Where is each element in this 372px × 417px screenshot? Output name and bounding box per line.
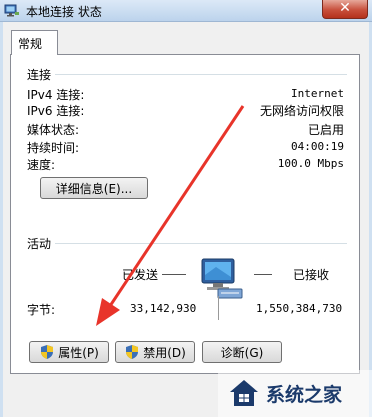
properties-button[interactable]: 属性(P) [29,341,109,363]
activity-separator [218,296,219,320]
activity-divider [55,243,347,244]
tab-general[interactable]: 常规 [11,30,58,55]
connection-divider [55,74,347,75]
connection-group-label: 连接 [27,68,52,82]
properties-button-label: 属性(P) [58,345,99,360]
bytes-received-value: 1,550,384,730 [256,302,343,315]
received-label: 已接收 [293,268,330,282]
window-title: 本地连接 状态 [26,5,102,19]
close-button[interactable]: ✕ [322,0,368,19]
watermark: 系统之家 [218,370,372,417]
duration-value: 04:00:19 [291,140,344,153]
bytes-sent-value: 33,142,930 [130,302,197,315]
close-icon: ✕ [339,0,351,16]
sent-line [162,274,186,275]
disable-button[interactable]: 禁用(D) [115,341,195,363]
watermark-logo-icon [230,380,258,406]
details-button[interactable]: 详细信息(E)... [40,177,148,199]
speed-label: 速度: [27,158,56,172]
ipv6-value: 无网络访问权限 [259,104,344,118]
diagnose-button[interactable]: 诊断(G) [202,341,282,363]
watermark-text: 系统之家 [266,384,343,406]
speed-value: 100.0 Mbps [277,157,344,170]
disable-button-label: 禁用(D) [143,345,186,360]
bytes-label: 字节: [27,303,56,317]
received-line [254,274,272,275]
details-button-label: 详细信息(E)... [55,181,133,196]
activity-group-label: 活动 [27,237,52,251]
media-state-value: 已启用 [307,123,344,137]
ipv4-label: IPv4 连接: [27,88,85,102]
media-state-label: 媒体状态: [27,123,80,137]
network-activity-icon [201,258,243,299]
uac-shield-icon [126,345,139,359]
tab-label: 常规 [18,37,43,51]
uac-shield-icon [41,345,54,359]
ipv4-value: Internet [291,87,344,100]
network-connection-icon [4,4,19,17]
ipv6-label: IPv6 连接: [27,104,85,118]
diagnose-button-label: 诊断(G) [220,345,264,360]
sent-label: 已发送 [122,268,159,282]
title-bar: 本地连接 状态 ✕ [0,0,372,22]
duration-label: 持续时间: [27,141,80,155]
